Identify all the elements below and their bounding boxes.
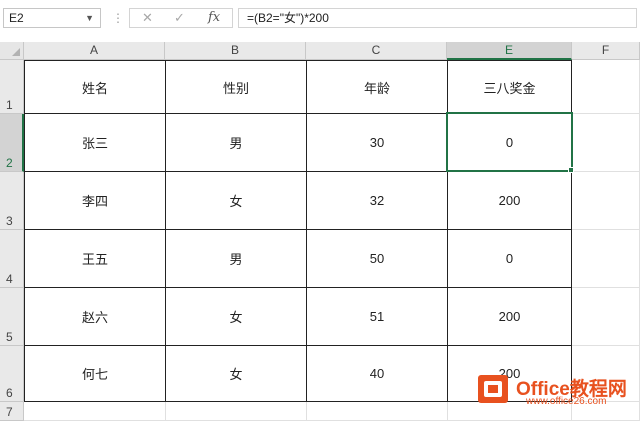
row-header-6[interactable]: 6: [0, 346, 24, 402]
cell-c7[interactable]: [307, 402, 448, 421]
row-header-5[interactable]: 5: [0, 288, 24, 346]
watermark-site: www.office26.com: [526, 396, 607, 407]
chevron-down-icon[interactable]: ▼: [85, 9, 94, 27]
row-number: 2: [6, 156, 13, 170]
cell-e5[interactable]: 200: [448, 288, 572, 346]
cell-b2[interactable]: 男: [166, 114, 307, 172]
insert-function-icon[interactable]: fx: [208, 9, 220, 27]
cell-a7[interactable]: [24, 402, 166, 421]
cell-b4[interactable]: 男: [166, 230, 307, 288]
cell-e4[interactable]: 0: [448, 230, 572, 288]
cell-c1[interactable]: 年龄: [307, 60, 448, 114]
column-header-b[interactable]: B: [165, 42, 306, 60]
cell-f3[interactable]: [572, 172, 640, 230]
row-header-3[interactable]: 3: [0, 172, 24, 230]
cell-a4[interactable]: 王五: [24, 230, 166, 288]
fill-handle[interactable]: [568, 167, 574, 173]
close-icon[interactable]: ✕: [142, 9, 153, 27]
column-header-a[interactable]: A: [24, 42, 165, 60]
cell-a6[interactable]: 何七: [24, 346, 166, 402]
cell-a3[interactable]: 李四: [24, 172, 166, 230]
row-header-7[interactable]: 7: [0, 402, 24, 421]
cell-c6[interactable]: 40: [307, 346, 448, 402]
row-number: 5: [6, 330, 13, 344]
cell-b3[interactable]: 女: [166, 172, 307, 230]
cell-a1[interactable]: 姓名: [24, 60, 166, 114]
cell-e1[interactable]: 三八奖金: [448, 60, 572, 114]
cell-f4[interactable]: [572, 230, 640, 288]
cell-a2[interactable]: 张三: [24, 114, 166, 172]
formula-buttons: ✕ ✓ fx: [129, 8, 233, 28]
cell-b5[interactable]: 女: [166, 288, 307, 346]
row-header-2[interactable]: 2: [0, 114, 24, 172]
cell-c4[interactable]: 50: [307, 230, 448, 288]
more-options-icon[interactable]: ⋮: [112, 9, 124, 27]
cell-e2[interactable]: 0: [448, 114, 572, 172]
cell-f1[interactable]: [572, 60, 640, 114]
row-number: 7: [6, 405, 13, 419]
column-header-f[interactable]: F: [572, 42, 640, 60]
watermark: Office教程网 www.office26.com: [476, 368, 638, 412]
row-number: 3: [6, 214, 13, 228]
column-header-e[interactable]: E: [447, 42, 572, 60]
cell-f2[interactable]: [572, 114, 640, 172]
cell-b7[interactable]: [166, 402, 307, 421]
name-box-value: E2: [9, 11, 24, 25]
row-number: 4: [6, 272, 13, 286]
cell-b1[interactable]: 性别: [166, 60, 307, 114]
cell-f5[interactable]: [572, 288, 640, 346]
check-icon[interactable]: ✓: [174, 9, 185, 27]
name-box[interactable]: E2 ▼: [3, 8, 101, 28]
cell-c3[interactable]: 32: [307, 172, 448, 230]
row-number: 6: [6, 386, 13, 400]
row-number: 1: [6, 98, 13, 112]
formula-bar: E2 ▼ ⋮ ✕ ✓ fx =(B2="女")*200: [0, 0, 640, 36]
cell-b6[interactable]: 女: [166, 346, 307, 402]
formula-input[interactable]: =(B2="女")*200: [238, 8, 637, 28]
select-all-button[interactable]: [0, 42, 24, 60]
cell-c5[interactable]: 51: [307, 288, 448, 346]
row-header-4[interactable]: 4: [0, 230, 24, 288]
cell-e3[interactable]: 200: [448, 172, 572, 230]
cell-c2[interactable]: 30: [307, 114, 448, 172]
column-header-c[interactable]: C: [306, 42, 447, 60]
row-header-1[interactable]: 1: [0, 60, 24, 114]
cell-a5[interactable]: 赵六: [24, 288, 166, 346]
office-logo-icon: [478, 375, 508, 403]
